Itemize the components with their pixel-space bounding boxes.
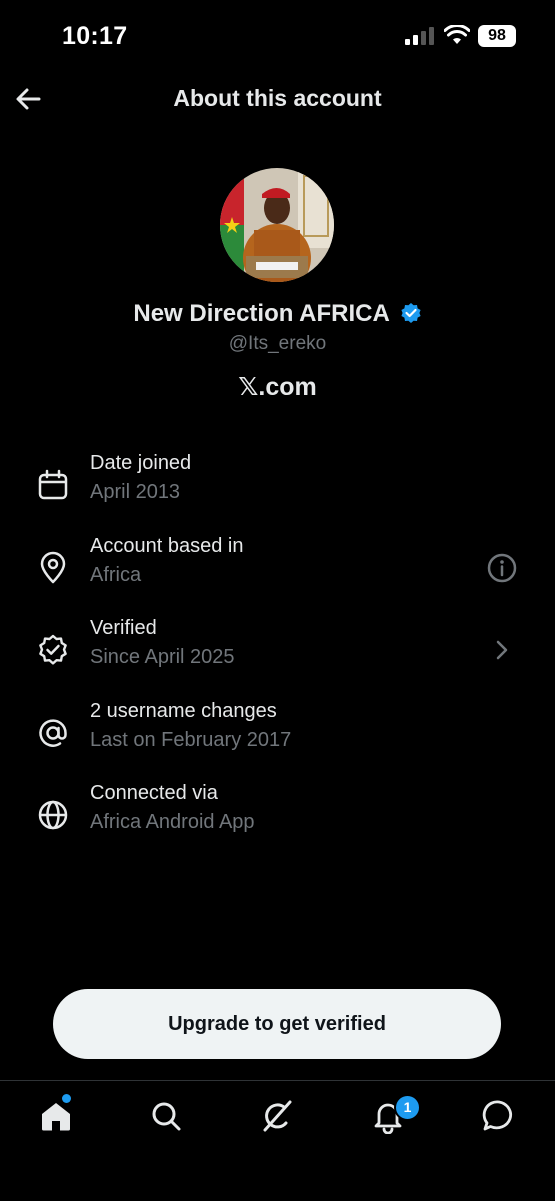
chat-icon[interactable]	[481, 1098, 517, 1134]
site-label: 𝕏.com	[238, 373, 317, 401]
home-icon[interactable]	[38, 1098, 74, 1134]
globe-icon	[38, 800, 68, 830]
status-bar: 10:17 98	[0, 0, 555, 70]
handle: @Its_ereko	[228, 333, 327, 354]
row-subtitle: April 2013	[90, 481, 181, 503]
chevron-right-icon[interactable]	[487, 635, 517, 665]
row-title: Connected via	[90, 782, 218, 804]
battery-indicator: 98	[478, 25, 516, 47]
clock: 10:17	[62, 22, 128, 50]
row-subtitle: Africa	[90, 564, 142, 586]
row-subtitle: Last on February 2017	[90, 729, 292, 751]
row-verified[interactable]: Verified Since April 2025	[0, 617, 555, 687]
grok-icon[interactable]	[259, 1098, 295, 1134]
verified-outline-icon	[39, 634, 67, 665]
search-icon[interactable]	[148, 1098, 184, 1134]
page-title: About this account	[173, 85, 382, 111]
avatar[interactable]	[220, 168, 334, 282]
row-title: 2 username changes	[90, 700, 277, 722]
home-unread-dot	[62, 1094, 71, 1103]
verified-badge-icon	[401, 303, 421, 323]
notification-count-badge: 1	[394, 1094, 421, 1121]
wifi-icon	[444, 25, 470, 44]
calendar-icon	[38, 469, 68, 500]
row-date-joined: Date joined April 2013	[0, 452, 555, 522]
display-name: New Direction AFRICA	[133, 300, 389, 327]
at-sign-icon	[39, 719, 67, 747]
row-title: Date joined	[90, 452, 192, 474]
row-subtitle: Since April 2025	[90, 646, 235, 668]
upgrade-button[interactable]: Upgrade to get verified	[53, 989, 501, 1059]
row-title: Verified	[90, 617, 157, 639]
info-icon[interactable]	[487, 553, 517, 583]
row-username-changes: 2 username changes Last on February 2017	[0, 700, 555, 770]
row-connected-via: Connected via Africa Android App	[0, 782, 555, 852]
profile-name-row: New Direction AFRICA	[0, 300, 555, 328]
row-title: Account based in	[90, 535, 244, 557]
location-pin-icon	[40, 551, 66, 584]
cellular-signal-icon	[405, 27, 434, 45]
row-account-based-in: Account based in Africa	[0, 535, 555, 605]
row-subtitle: Africa Android App	[90, 811, 255, 833]
